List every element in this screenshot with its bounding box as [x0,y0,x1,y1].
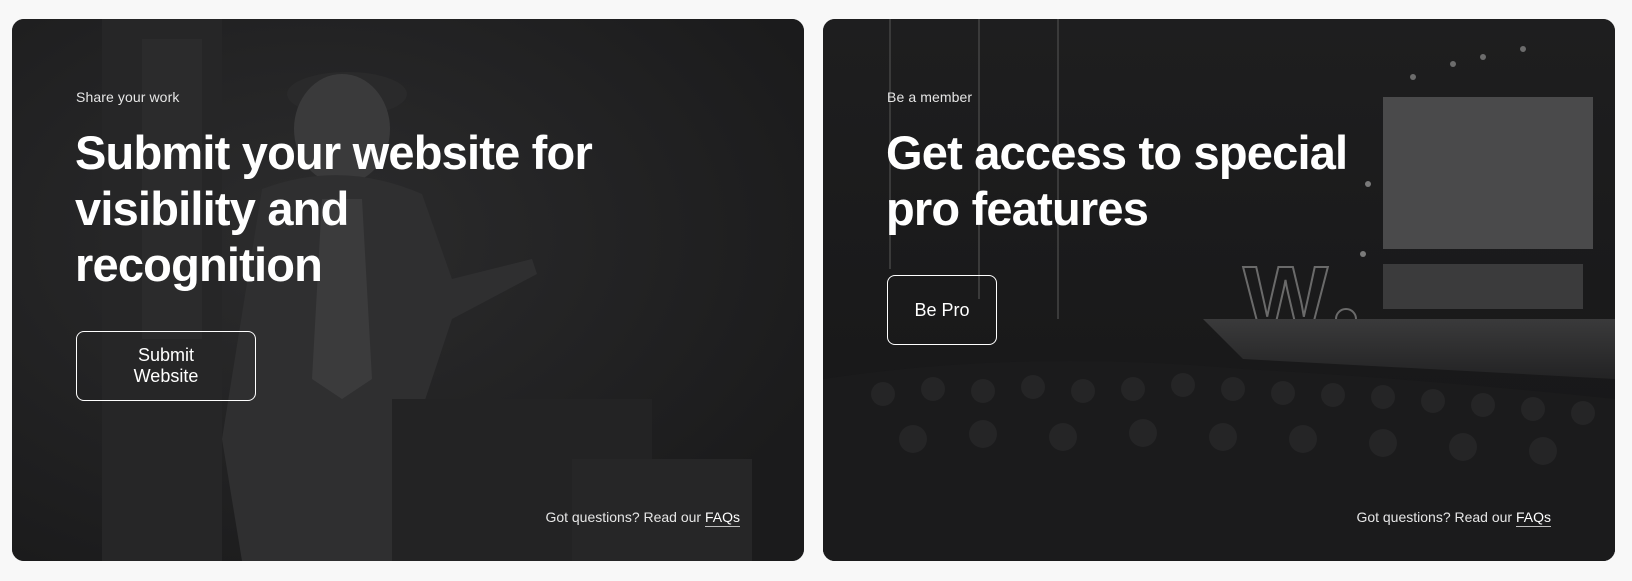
be-pro-card: W Be a member Get access to special pro … [823,19,1615,561]
svg-text:W: W [1243,249,1328,349]
be-pro-button[interactable]: Be Pro [887,275,997,345]
faq-note: Got questions? Read our FAQs [545,509,740,527]
card-headline: Submit your website for visibility and r… [75,126,593,291]
faq-link[interactable]: FAQs [704,509,740,527]
faq-prefix: Got questions? Read our [1356,509,1513,525]
submit-website-button[interactable]: Submit Website [76,331,256,401]
eyebrow-label: Be a member [887,89,973,105]
eyebrow-label: Share your work [76,89,180,105]
faq-note: Got questions? Read our FAQs [1356,509,1551,527]
faq-prefix: Got questions? Read our [545,509,702,525]
card-headline: Get access to special pro features [886,126,1348,235]
faq-link[interactable]: FAQs [1515,509,1551,527]
submit-website-card: Share your work Submit your website for … [12,19,804,561]
